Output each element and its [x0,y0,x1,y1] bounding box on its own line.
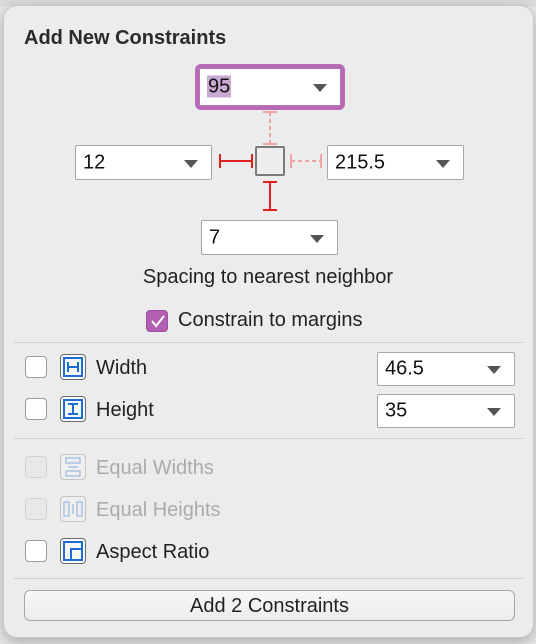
equal-widths-icon [60,454,86,480]
top-spacing-combo[interactable]: 95 [199,68,341,106]
chevron-down-icon[interactable] [310,234,324,243]
left-constraint-icon[interactable] [218,151,254,171]
divider [14,578,523,579]
selected-view-box [255,146,285,176]
popover-title: Add New Constraints [24,27,227,49]
height-label[interactable]: Height [96,399,154,422]
left-spacing-value[interactable]: 12 [83,151,105,174]
top-constraint-icon[interactable] [260,110,280,146]
width-value-combo[interactable]: 46.5 [377,352,515,386]
equal-heights-checkbox[interactable] [25,498,47,520]
equal-heights-icon [60,496,86,522]
width-value[interactable]: 46.5 [385,358,424,381]
spacing-caption: Spacing to nearest neighbor [142,266,394,288]
aspect-ratio-icon [60,538,86,564]
equal-widths-checkbox[interactable] [25,456,47,478]
width-label[interactable]: Width [96,357,147,380]
right-spacing-value[interactable]: 215.5 [335,151,385,174]
height-value-combo[interactable]: 35 [377,394,515,428]
height-checkbox[interactable] [25,398,47,420]
width-constraint-icon [60,354,86,380]
chevron-down-icon[interactable] [487,366,501,374]
width-checkbox[interactable] [25,356,47,378]
equal-widths-label: Equal Widths [96,457,214,479]
aspect-ratio-checkbox[interactable] [25,540,47,562]
bottom-spacing-value[interactable]: 7 [209,226,220,249]
divider [14,438,523,439]
aspect-ratio-label[interactable]: Aspect Ratio [96,541,209,564]
bottom-spacing-combo[interactable]: 7 [201,220,338,255]
checkmark-icon [151,315,165,328]
left-spacing-combo[interactable]: 12 [75,145,212,180]
constrain-margins-label[interactable]: Constrain to margins [178,309,363,332]
chevron-down-icon[interactable] [313,84,327,92]
height-constraint-icon [60,396,86,422]
equal-heights-label: Equal Heights [96,499,221,521]
add-constraints-button[interactable]: Add 2 Constraints [24,590,515,621]
right-constraint-icon[interactable] [289,151,323,171]
right-spacing-combo[interactable]: 215.5 [327,145,464,180]
chevron-down-icon[interactable] [436,159,450,168]
chevron-down-icon[interactable] [184,159,198,168]
constrain-margins-checkbox[interactable] [146,310,168,332]
top-spacing-value[interactable]: 95 [207,75,232,98]
height-value[interactable]: 35 [385,400,407,423]
divider [14,342,523,343]
chevron-down-icon[interactable] [487,408,501,416]
bottom-constraint-icon[interactable] [260,178,280,214]
